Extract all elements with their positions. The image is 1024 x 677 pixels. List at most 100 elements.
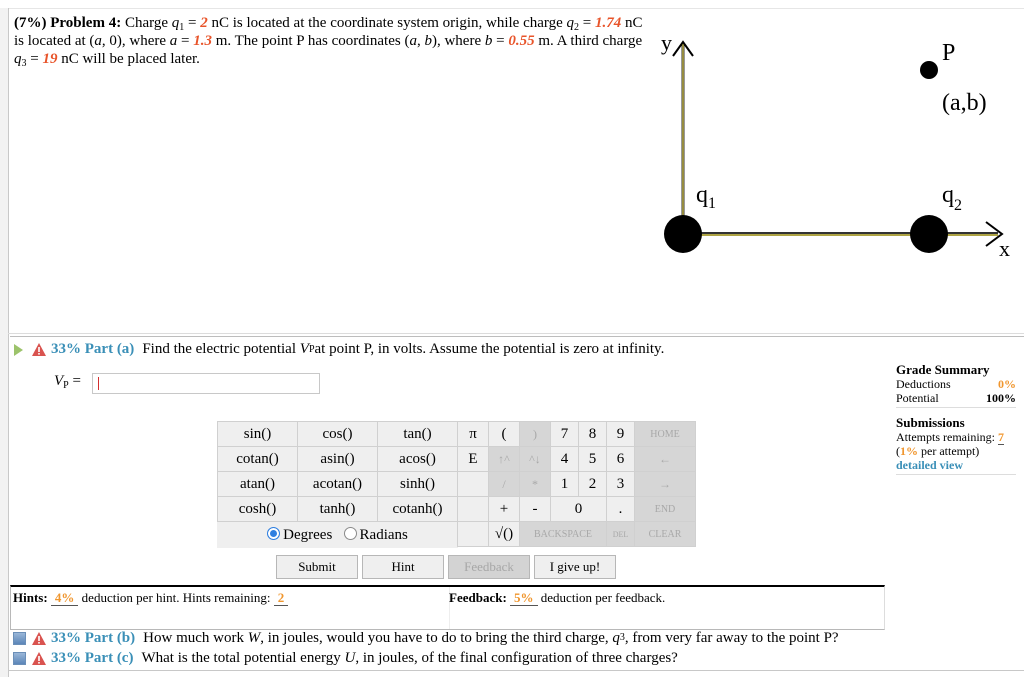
key-home[interactable]: HOME [634, 421, 696, 447]
text-caret [98, 377, 99, 390]
hint-button[interactable]: Hint [362, 555, 444, 579]
key-clear[interactable]: CLEAR [634, 521, 696, 547]
radians-radio[interactable]: Radians [343, 526, 408, 543]
point-p-coords: (a,b) [942, 90, 987, 116]
var-u: U [344, 649, 356, 666]
key-7[interactable]: 7 [550, 421, 579, 447]
key-e[interactable]: E [457, 446, 489, 472]
text: How much work [143, 629, 244, 646]
deductions-value: 0% [998, 377, 1016, 391]
key-minus[interactable]: - [519, 496, 551, 522]
text: at point P, in volts. Assume the potenti… [314, 341, 665, 357]
text: m. A third charge [534, 33, 643, 49]
problem-weight: (7%) [14, 15, 47, 31]
key-lparen[interactable]: ( [488, 421, 520, 447]
key-9[interactable]: 9 [606, 421, 635, 447]
part-c-row[interactable]: 33% Part (c) What is the total potential… [10, 648, 1024, 668]
key-del[interactable]: DEL [606, 521, 635, 547]
part-a-label: Part (a) [84, 341, 135, 357]
attempts-value: 7 [997, 430, 1004, 445]
q1-label: q1 [696, 182, 716, 212]
calc-sinh[interactable]: sinh() [377, 471, 458, 497]
calc-sin[interactable]: sin() [217, 421, 298, 447]
deductions-label: Deductions [896, 377, 951, 391]
hints-remaining: 2 [273, 590, 289, 606]
key-empty [457, 521, 489, 547]
calc-tanh[interactable]: tanh() [297, 496, 378, 522]
text: nC is located at the coordinate system o… [207, 15, 567, 31]
top-strip [0, 0, 1024, 9]
part-a-percent: 33% [51, 341, 81, 357]
part-c-percent: 33% [51, 649, 81, 666]
key-sqrt[interactable]: √() [488, 521, 520, 547]
calc-cos[interactable]: cos() [297, 421, 378, 447]
other-parts: 33% Part (b) How much work W, in joules,… [10, 628, 1024, 668]
calc-tan[interactable]: tan() [377, 421, 458, 447]
text: per attempt) [918, 444, 980, 458]
calc-cosh[interactable]: cosh() [217, 496, 298, 522]
feedback-label: Feedback: [449, 590, 507, 605]
calc-asin[interactable]: asin() [297, 446, 378, 472]
charge-q2 [910, 215, 948, 253]
key-plus[interactable]: + [488, 496, 520, 522]
key-1[interactable]: 1 [550, 471, 579, 497]
feedback-button[interactable]: Feedback [448, 555, 530, 579]
text: m. The point P has coordinates ( [212, 33, 410, 49]
problem-title: Problem 4: [50, 15, 122, 31]
calculator-keypad: π ( ) 7 8 9 HOME E ↑^ ^↓ 4 5 6 ← / * 1 2… [457, 421, 696, 547]
key-2[interactable]: 2 [578, 471, 607, 497]
key-pi[interactable]: π [457, 421, 489, 447]
key-right-arrow[interactable]: → [634, 471, 696, 497]
radio-selected-icon [267, 526, 281, 540]
submissions-title: Submissions [896, 415, 965, 430]
calc-cotanh[interactable]: cotanh() [377, 496, 458, 522]
key-empty [457, 496, 489, 522]
action-buttons: Submit Hint Feedback I give up! [276, 555, 616, 579]
part-c-label: Part (c) [84, 649, 134, 666]
collapsed-box-icon[interactable] [13, 651, 26, 665]
expand-play-icon[interactable] [14, 343, 23, 356]
part-b-row[interactable]: 33% Part (b) How much work W, in joules,… [10, 628, 1024, 648]
hint-deduction: 4% [50, 590, 79, 606]
key-left-arrow[interactable]: ← [634, 446, 696, 472]
degrees-label: Degrees [283, 526, 333, 543]
part-c-title: 33% Part (c) [51, 650, 133, 667]
divider [896, 407, 1016, 408]
key-end[interactable]: END [634, 496, 696, 522]
key-0[interactable]: 0 [550, 496, 607, 522]
text: Find the electric potential [142, 341, 297, 357]
submit-button[interactable]: Submit [276, 555, 358, 579]
calc-acotan[interactable]: acotan() [297, 471, 378, 497]
key-5[interactable]: 5 [578, 446, 607, 472]
key-6[interactable]: 6 [606, 446, 635, 472]
q1-value: 2 [200, 15, 208, 31]
key-rparen[interactable]: ) [519, 421, 551, 447]
degrees-radio[interactable]: Degrees [267, 526, 333, 543]
detailed-view-link[interactable]: detailed view [896, 458, 1016, 475]
key-down[interactable]: ^↓ [519, 446, 551, 472]
calc-cotan[interactable]: cotan() [217, 446, 298, 472]
key-dot[interactable]: . [606, 496, 635, 522]
calc-atan[interactable]: atan() [217, 471, 298, 497]
answer-input[interactable] [92, 373, 320, 394]
calc-acos[interactable]: acos() [377, 446, 458, 472]
give-up-button[interactable]: I give up! [534, 555, 616, 579]
text: deduction per hint. Hints remaining: [78, 590, 274, 605]
key-backspace[interactable]: BACKSPACE [519, 521, 607, 547]
q2-sub: 2 [954, 197, 962, 214]
key-3[interactable]: 3 [606, 471, 635, 497]
left-scroll-bar[interactable] [0, 8, 9, 677]
collapsed-box-icon[interactable] [13, 631, 26, 645]
key-multiply[interactable]: * [519, 471, 551, 497]
key-8[interactable]: 8 [578, 421, 607, 447]
var-w: W [247, 629, 261, 646]
text: , from very far away to the point P? [624, 629, 839, 646]
key-up[interactable]: ↑^ [488, 446, 520, 472]
key-divide[interactable]: / [488, 471, 520, 497]
per-attempt-row: (1% per attempt) [896, 444, 980, 458]
part-a-panel: 33% Part (a) Find the electric potential… [10, 336, 1024, 630]
warning-icon [32, 651, 46, 665]
key-4[interactable]: 4 [550, 446, 579, 472]
q2-letter: q [942, 182, 954, 208]
var-q2: q [566, 15, 575, 31]
